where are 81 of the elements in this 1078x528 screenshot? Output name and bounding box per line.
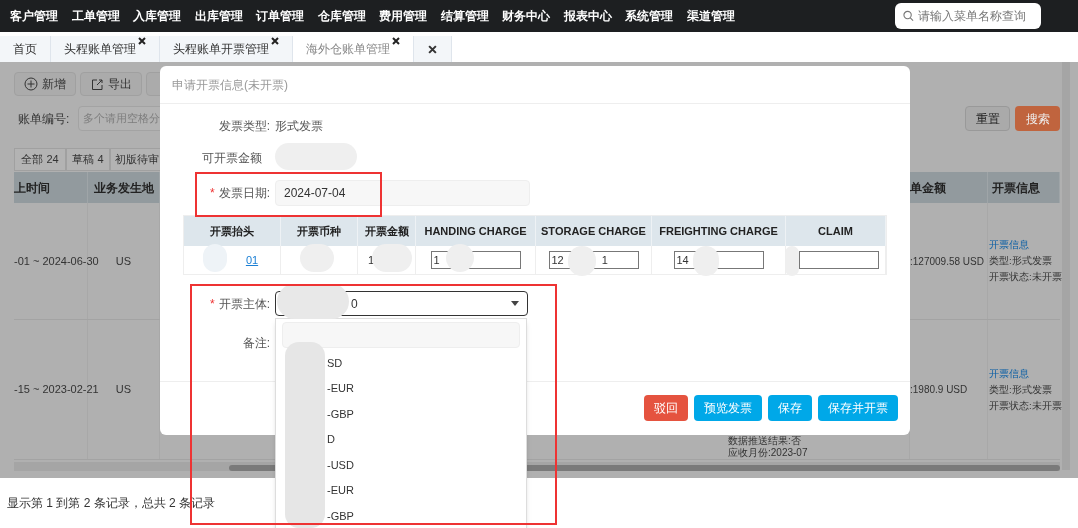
close-icon[interactable] [392,37,400,45]
close-icon[interactable] [138,37,146,45]
table-cell-text: 应收月份:2023-07 [728,447,809,459]
caret-icon [511,301,519,306]
table-cell-text: -01 ~ 2024-06-30 [14,253,99,269]
nav-menu-item[interactable]: 入库管理 [133,7,181,25]
field-label: 可开票金额 [201,150,262,167]
close-icon[interactable] [271,37,279,45]
select-value: 0 [351,295,358,313]
table-cell-text: :1980.9 USD [910,383,968,397]
status-tab[interactable]: 全部 24 [14,148,66,171]
date-field[interactable]: 2024-07-04 [275,180,530,206]
nav-menu-item[interactable]: 财务中心 [502,7,550,25]
nav-menu-item[interactable]: 费用管理 [379,7,427,25]
column-header: STORAGE CHARGE [541,223,646,239]
dialog-button[interactable]: 驳回 [644,395,688,421]
column-header: 业务发生地 [93,179,154,197]
close-all-tabs-button[interactable] [414,36,452,62]
nav-menu-item[interactable]: 结算管理 [440,7,489,25]
table-cell-text: 数据推送结果:否 [728,435,802,447]
table-cell-text: -15 ~ 2023-02-21 [14,382,99,398]
pagination-summary: 显示第 1 到第 2 条记录，总共 2 条记录 [7,495,216,512]
field-label: 开票主体: [218,295,270,313]
required-mark: * [210,295,215,313]
close-icon [428,44,437,54]
menu-search-field[interactable]: 请输入菜单名称查询 [895,3,1041,29]
column-header: HANDING CHARGE [424,223,527,239]
field-label: 发票日期: [218,185,270,202]
redaction-blur [785,246,799,276]
toolbar-button[interactable]: 导出 [80,72,142,96]
table-cell-text: US [115,253,132,269]
column-header: 开票金额 [364,223,409,239]
dropdown-option[interactable]: -EUR [327,482,354,499]
table-cell-text: 类型:形式发票 [989,382,1052,397]
table-cell-text: 1 [368,252,375,268]
nav-menu-item[interactable]: 出库管理 [194,7,243,25]
column-header: 单金额 [910,179,946,197]
page-tab[interactable]: 头程账单管理 [51,36,160,62]
column-header: FREIGHTING CHARGE [659,223,778,239]
nav-menu-item[interactable]: 客户管理 [10,7,58,25]
toolbar-button[interactable]: 新增 [14,72,76,96]
plus-circle-icon [24,77,38,91]
dropdown-option[interactable]: -GBP [327,405,354,422]
table-cell-text: US [115,382,132,398]
search-button[interactable]: 搜索 [1015,106,1060,131]
column-header: CLAIM [818,223,853,239]
invoice-header-link[interactable]: 01 [245,251,259,269]
table-cell-text: 类型:形式发票 [989,254,1052,268]
column-header: 开票抬头 [210,223,254,239]
vertical-scrollbar[interactable] [1062,62,1070,470]
table-cell-text: :127009.58 USD [910,254,984,269]
reset-button[interactable]: 重置 [965,106,1010,131]
nav-menu-item[interactable]: 系统管理 [625,7,673,25]
nav-menu-item[interactable]: 工单管理 [71,7,120,25]
field-label: 备注: [241,335,270,352]
field-value: 形式发票 [275,118,323,135]
required-mark: * [210,185,215,202]
nav-menu-item[interactable]: 渠道管理 [686,7,735,25]
field-label: 发票类型: [217,118,270,135]
dropdown-option[interactable]: -EUR [327,380,354,397]
column-header: 上时间 [14,179,50,197]
page-tab[interactable]: 首页 [0,36,51,62]
status-tab[interactable]: 草稿 4 [66,148,110,171]
filter-label: 账单编号: [18,110,71,128]
nav-menu-item[interactable]: 仓库管理 [317,7,366,25]
dropdown-option[interactable]: -USD [327,456,354,473]
dropdown-option[interactable]: SD [327,354,343,371]
table-cell-text: 开票状态:未开票 [989,398,1062,413]
table-cell-text: 开票状态:未开票 [989,270,1062,284]
column-header: 开票信息 [992,179,1040,197]
charge-input[interactable] [799,251,879,269]
dropdown-search-field[interactable] [282,322,520,348]
page-tab[interactable]: 头程账单开票管理 [160,36,293,62]
dialog-title: 申请开票信息(未开票) [172,76,288,94]
dropdown-option[interactable]: D [327,431,335,448]
export-icon [90,77,104,91]
nav-menu-item[interactable]: 订单管理 [256,7,304,25]
column-header: 开票币种 [297,223,341,239]
search-icon [903,10,914,22]
nav-menu-item[interactable]: 报表中心 [563,7,612,25]
dropdown-option[interactable]: -GBP [327,507,354,524]
